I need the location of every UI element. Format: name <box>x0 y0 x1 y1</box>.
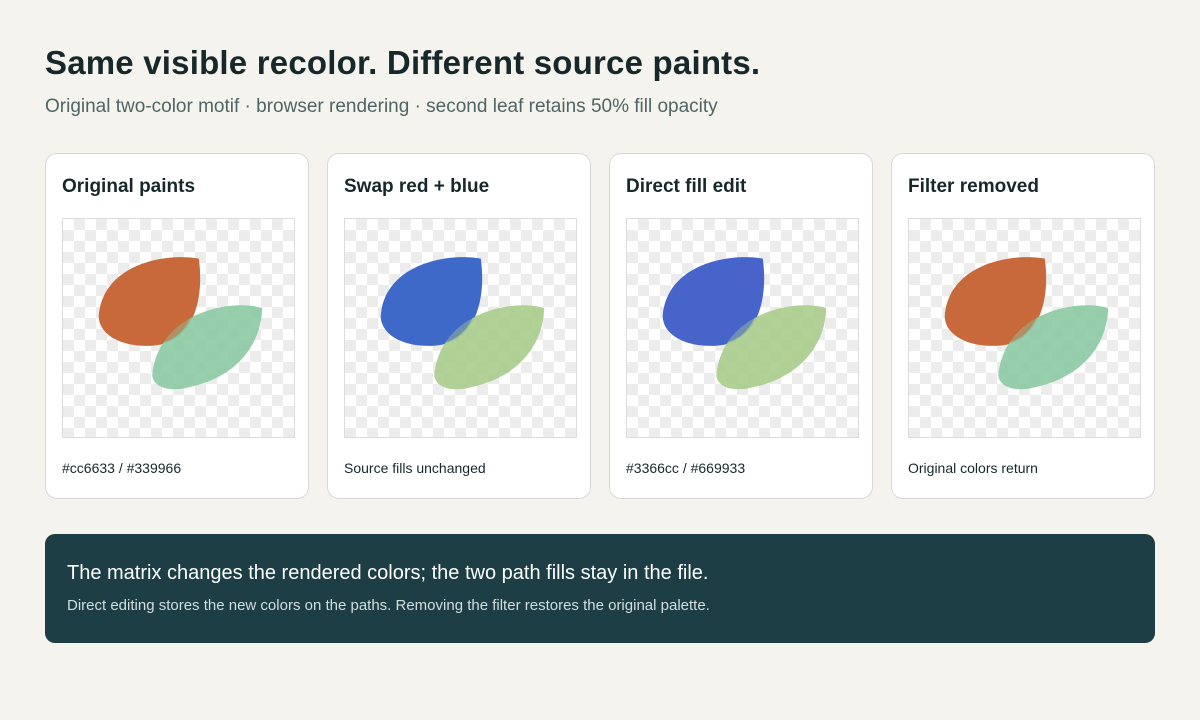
card-title: Direct fill edit <box>626 176 747 197</box>
card-title: Original paints <box>62 176 196 197</box>
card-title: Swap red + blue <box>344 176 490 197</box>
callout-body: Direct editing stores the new colors on … <box>67 597 710 614</box>
leaf-motif <box>98 257 263 390</box>
leaf-swatch <box>626 218 859 438</box>
card-caption: Source fills unchanged <box>344 460 486 476</box>
card-row: Original paints #cc6633 / #339966 Swap r… <box>45 153 1155 499</box>
page-title: Same visible recolor. Different source p… <box>45 44 761 81</box>
summary-callout: The matrix changes the rendered colors; … <box>45 534 1155 643</box>
leaf-motif <box>662 257 827 390</box>
leaf-motif <box>944 257 1109 390</box>
leaf-swatch <box>62 218 295 438</box>
card-original-paints: Original paints #cc6633 / #339966 <box>45 153 309 499</box>
card-caption: #cc6633 / #339966 <box>62 460 182 476</box>
card-caption: Original colors return <box>908 460 1038 476</box>
card-swap-red-blue: Swap red + blue Source fills unchanged <box>327 153 591 499</box>
card-title: Filter removed <box>908 176 1039 197</box>
leaf-motif <box>380 257 545 390</box>
card-direct-fill-edit: Direct fill edit #3366cc / #669933 <box>609 153 873 499</box>
leaf-swatch <box>908 218 1141 438</box>
card-caption: #3366cc / #669933 <box>626 460 746 476</box>
callout-title: The matrix changes the rendered colors; … <box>67 562 709 584</box>
leaf-swatch <box>344 218 577 438</box>
card-filter-removed: Filter removed Original colors return <box>891 153 1155 499</box>
page-subtitle: Original two-color motif · browser rende… <box>45 96 718 117</box>
